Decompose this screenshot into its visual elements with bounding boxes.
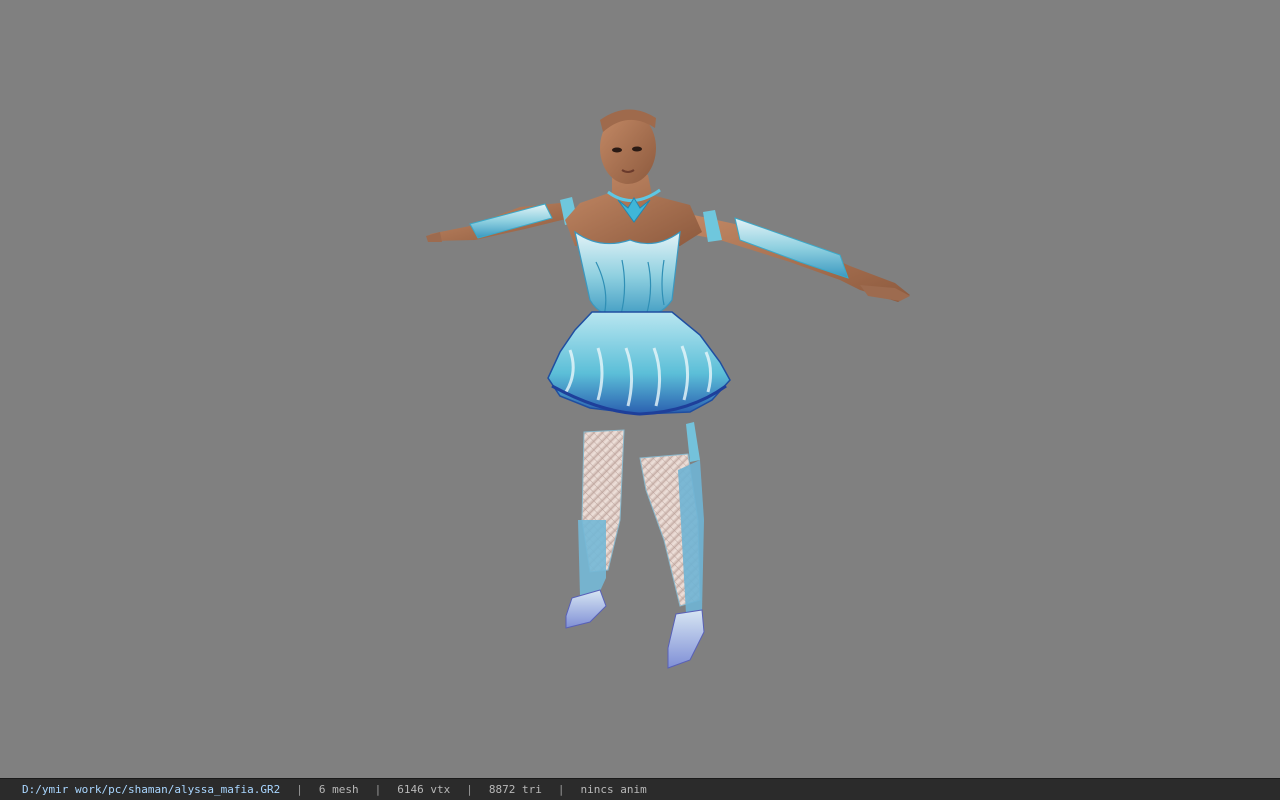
triangle-count-text: 8872 tri: [488, 783, 542, 796]
bodice: [574, 230, 681, 321]
arm-left: [426, 197, 578, 242]
vertex-count-text: 6146 vtx: [397, 783, 451, 796]
head: [600, 109, 656, 184]
status-bar: D:/ymir work/pc/shaman/alyssa_mafia.GR2 …: [0, 778, 1280, 800]
skirt: [547, 311, 731, 416]
character-model[interactable]: [0, 0, 1280, 778]
animation-status-text: nincs anim: [580, 783, 647, 796]
3d-viewport[interactable]: [0, 0, 1280, 778]
leg-left: [565, 429, 625, 629]
mesh-count-text: 6 mesh: [318, 783, 359, 796]
arm-right: [680, 210, 910, 302]
leg-right: [639, 422, 705, 669]
separator: |: [466, 783, 473, 796]
file-path-text: D:/ymir work/pc/shaman/alyssa_mafia.GR2: [22, 783, 281, 796]
separator: |: [296, 783, 303, 796]
separator: |: [374, 783, 382, 796]
separator: |: [557, 783, 565, 796]
